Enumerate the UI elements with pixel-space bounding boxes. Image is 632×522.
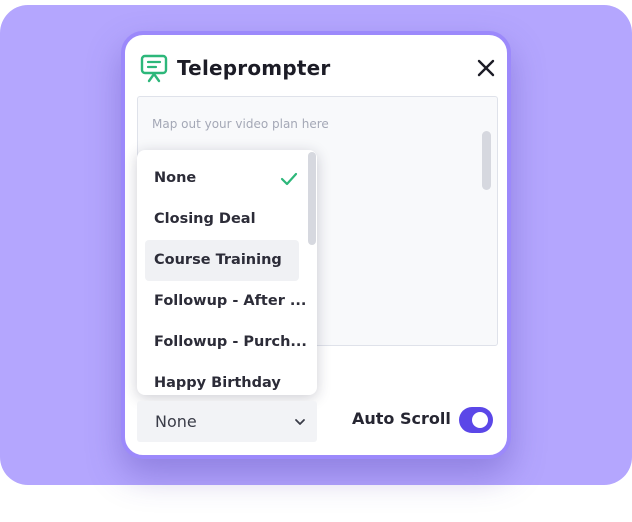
teleprompter-panel: Teleprompter Map out your video plan her…	[121, 31, 511, 459]
chevron-down-icon	[295, 419, 305, 425]
dropdown-item-happy-birthday[interactable]: Happy Birthday	[145, 363, 299, 395]
dropdown-item-label: None	[154, 170, 197, 186]
template-dropdown-menu: None Closing Deal Course Training Follow…	[137, 150, 317, 395]
toggle-knob	[472, 412, 488, 428]
auto-scroll-toggle[interactable]	[459, 407, 493, 433]
teleprompter-icon	[140, 54, 168, 83]
dropdown-item-label: Course Training	[154, 252, 282, 268]
dropdown-item-followup-after[interactable]: Followup - After ...	[145, 281, 306, 322]
textarea-placeholder: Map out your video plan here	[152, 117, 329, 131]
template-select[interactable]: None	[137, 401, 317, 442]
dropdown-item-label: Closing Deal	[154, 211, 256, 227]
panel-title: Teleprompter	[177, 56, 331, 80]
dropdown-item-label: Followup - After ...	[154, 293, 307, 309]
dropdown-item-label: Followup - Purch...	[154, 334, 307, 350]
dropdown-scrollbar[interactable]	[308, 152, 316, 245]
dropdown-item-course-training[interactable]: Course Training	[145, 240, 299, 281]
dropdown-item-label: Happy Birthday	[154, 375, 281, 391]
check-icon	[280, 172, 298, 186]
auto-scroll-label: Auto Scroll	[352, 409, 451, 428]
dropdown-item-followup-purchase[interactable]: Followup - Purch...	[145, 322, 307, 363]
dropdown-item-closing-deal[interactable]: Closing Deal	[145, 199, 299, 240]
close-icon[interactable]	[473, 55, 499, 81]
textarea-scrollbar[interactable]	[482, 131, 491, 190]
select-value: None	[155, 412, 197, 431]
dropdown-item-none[interactable]: None	[145, 158, 299, 199]
